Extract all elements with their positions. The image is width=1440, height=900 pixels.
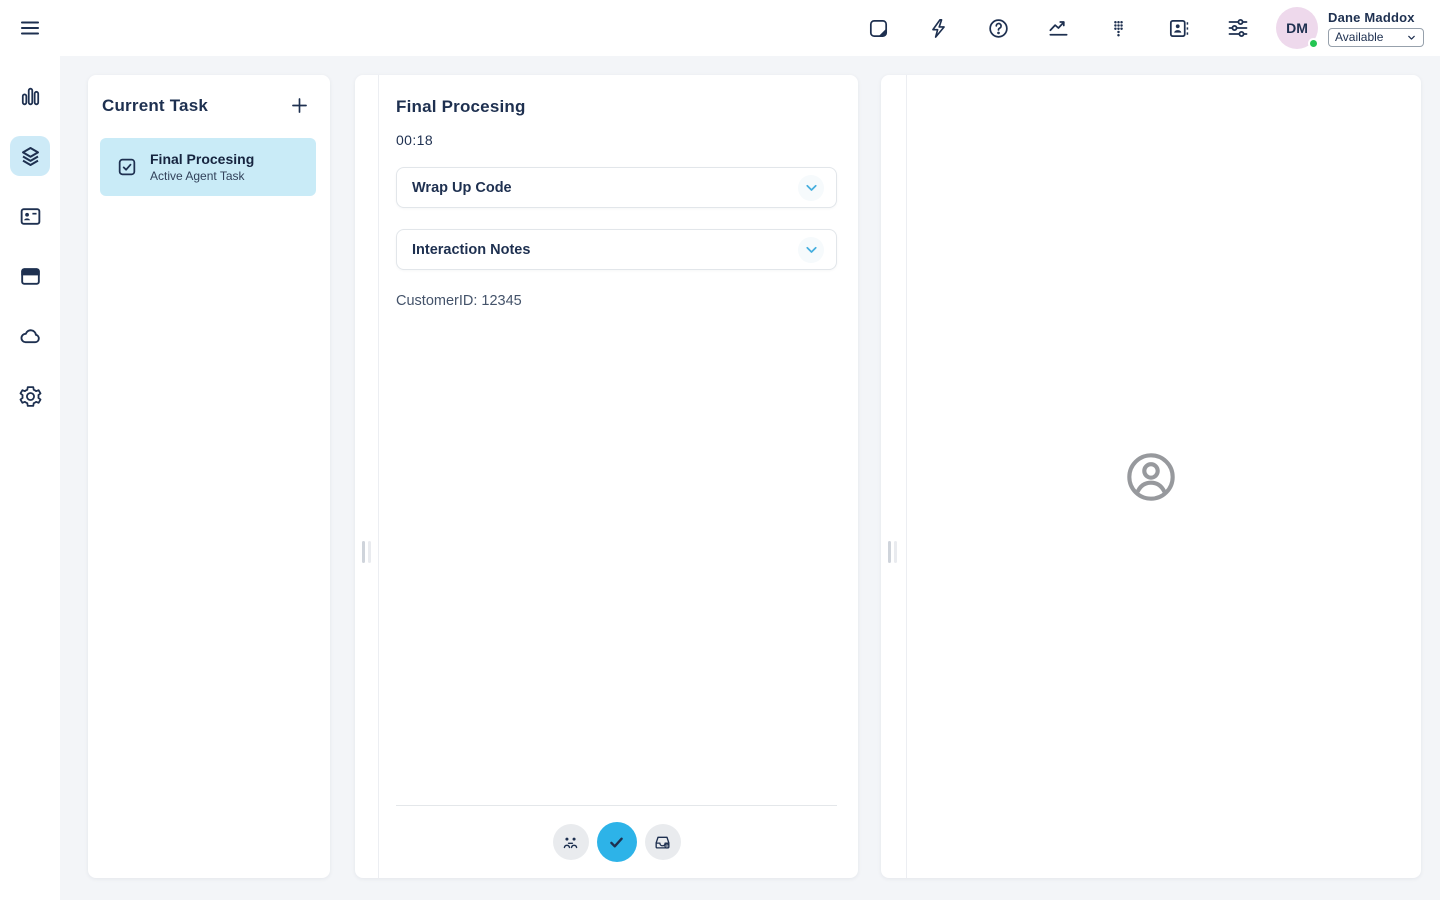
contact-card-icon xyxy=(1167,17,1190,40)
top-bar: DM Dane Maddox Available xyxy=(0,0,1440,56)
status-dot xyxy=(1308,38,1319,49)
transfer-button[interactable] xyxy=(553,824,589,860)
customer-id-text: CustomerID: 12345 xyxy=(396,293,837,309)
add-task-button[interactable] xyxy=(287,93,312,118)
interaction-notes-label: Interaction Notes xyxy=(412,242,530,258)
help-button[interactable] xyxy=(968,0,1028,56)
avatar[interactable]: DM xyxy=(1276,7,1318,49)
menu-button[interactable] xyxy=(0,16,60,40)
wrap-up-code-label: Wrap Up Code xyxy=(412,180,512,196)
user-meta: Dane Maddox Available xyxy=(1328,10,1424,47)
task-detail-title: Final Procesing xyxy=(396,97,837,117)
current-task-title: Current Task xyxy=(102,96,208,116)
interaction-notes-accordion[interactable]: Interaction Notes xyxy=(396,229,837,270)
layers-icon xyxy=(18,144,43,169)
chevron-down-icon xyxy=(798,175,824,201)
window-icon xyxy=(18,264,43,289)
transfer-people-icon xyxy=(561,833,580,852)
rail-item-cloud[interactable] xyxy=(10,316,50,356)
notes-icon xyxy=(867,17,890,40)
left-rail xyxy=(0,56,60,900)
task-text: Final Procesing Active Agent Task xyxy=(150,151,254,183)
avatar-initials: DM xyxy=(1286,20,1308,36)
park-task-button[interactable] xyxy=(645,824,681,860)
cloud-icon xyxy=(18,324,43,349)
performance-button[interactable] xyxy=(1028,0,1088,56)
chevron-down-icon xyxy=(798,237,824,263)
task-item-subtitle: Active Agent Task xyxy=(150,169,254,183)
task-actions-bar xyxy=(396,805,837,878)
complete-task-button[interactable] xyxy=(597,822,637,862)
rail-item-activity[interactable] xyxy=(10,76,50,116)
rail-item-tasks[interactable] xyxy=(10,136,50,176)
notes-button[interactable] xyxy=(848,0,908,56)
dialpad-button[interactable] xyxy=(1088,0,1148,56)
topbar-actions: DM Dane Maddox Available xyxy=(848,0,1440,56)
task-detail-panel: Final Procesing 00:18 Wrap Up Code Inter… xyxy=(355,75,858,878)
chevron-down-icon xyxy=(1406,32,1417,43)
task-item-title: Final Procesing xyxy=(150,151,254,167)
task-detail-content: Final Procesing 00:18 Wrap Up Code Inter… xyxy=(396,75,837,805)
help-icon xyxy=(987,17,1010,40)
dialpad-icon xyxy=(1107,17,1130,40)
current-task-panel: Current Task Final Procesing Active Agen… xyxy=(88,75,330,878)
sliders-icon xyxy=(1226,16,1250,40)
status-select-value: Available xyxy=(1335,30,1383,44)
rail-item-contacts[interactable] xyxy=(10,196,50,236)
check-icon xyxy=(607,833,626,852)
lightning-icon xyxy=(927,17,950,40)
inbox-park-icon xyxy=(653,833,672,852)
task-timer: 00:18 xyxy=(396,132,837,148)
current-task-header: Current Task xyxy=(100,93,316,118)
gear-icon xyxy=(18,384,43,409)
contact-card-icon xyxy=(18,204,43,229)
person-circle-icon xyxy=(1125,451,1177,503)
user-chip: DM Dane Maddox Available xyxy=(1276,7,1424,49)
resize-handle-left[interactable] xyxy=(362,539,374,565)
customer-panel xyxy=(881,75,1421,878)
activity-bars-icon xyxy=(18,84,43,109)
directory-button[interactable] xyxy=(1148,0,1208,56)
hamburger-icon xyxy=(18,16,42,40)
wrap-up-code-accordion[interactable]: Wrap Up Code xyxy=(396,167,837,208)
quick-actions-button[interactable] xyxy=(908,0,968,56)
rail-item-settings[interactable] xyxy=(10,376,50,416)
user-name: Dane Maddox xyxy=(1328,10,1424,25)
panel-divider xyxy=(378,75,379,878)
task-list-item[interactable]: Final Procesing Active Agent Task xyxy=(100,138,316,196)
rail-item-apps[interactable] xyxy=(10,256,50,296)
status-select[interactable]: Available xyxy=(1328,28,1424,47)
checkbox-icon xyxy=(116,156,138,178)
preferences-button[interactable] xyxy=(1208,0,1268,56)
customer-placeholder xyxy=(881,75,1421,878)
line-chart-icon xyxy=(1047,17,1070,40)
